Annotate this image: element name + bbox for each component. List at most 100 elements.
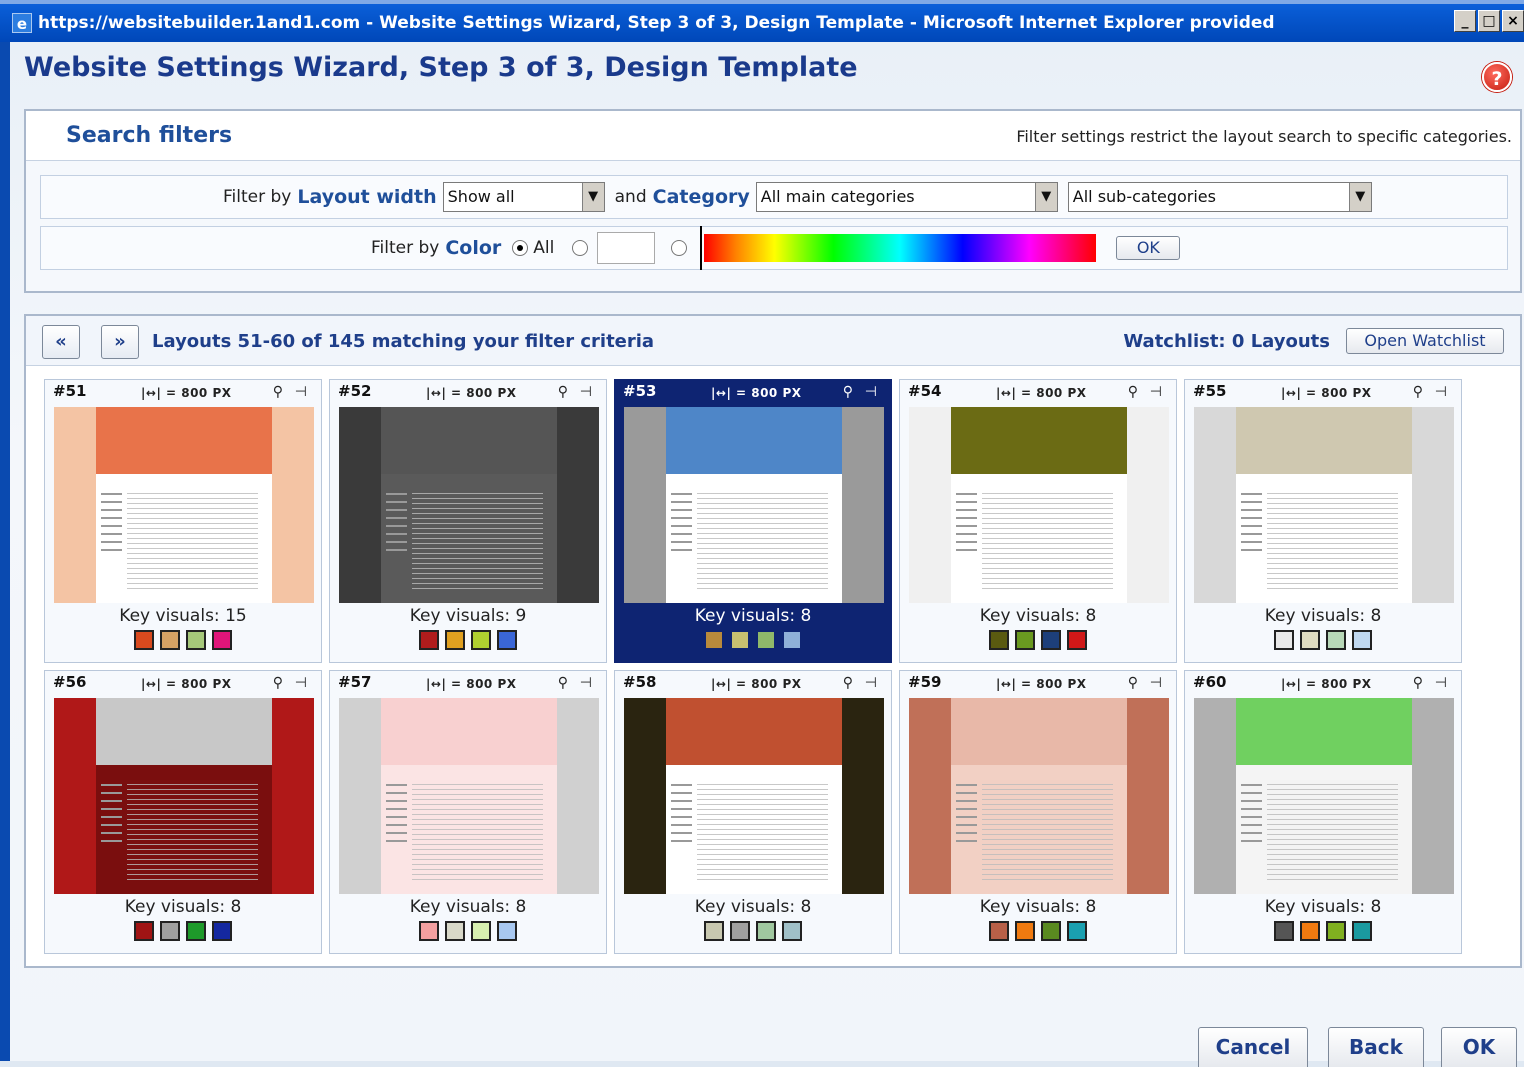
color-spectrum-radio[interactable] bbox=[671, 240, 688, 256]
layout-card[interactable]: #51 |↔| = 800 PX ⚲ ⊣ Key visuals: 15 bbox=[44, 379, 322, 663]
spectrum-marker[interactable] bbox=[700, 226, 708, 270]
color-swatch[interactable] bbox=[212, 630, 232, 650]
pin-to-watchlist-icon[interactable]: ⊣ bbox=[1435, 675, 1447, 691]
layout-thumbnail[interactable] bbox=[909, 407, 1169, 603]
layout-card[interactable]: #57 |↔| = 800 PX ⚲ ⊣ Key visuals: 8 bbox=[329, 670, 607, 954]
next-page-button[interactable]: » bbox=[101, 325, 139, 359]
ok-button[interactable]: OK bbox=[1441, 1027, 1517, 1067]
color-swatch[interactable] bbox=[134, 630, 154, 650]
color-swatch[interactable] bbox=[989, 630, 1009, 650]
color-spectrum-slider[interactable] bbox=[700, 226, 1097, 270]
layout-thumbnail[interactable] bbox=[624, 407, 884, 603]
color-swatch[interactable] bbox=[704, 921, 724, 941]
color-swatch[interactable] bbox=[1300, 921, 1320, 941]
pin-to-watchlist-icon[interactable]: ⊣ bbox=[580, 384, 592, 400]
minimize-button[interactable]: _ bbox=[1454, 10, 1476, 32]
color-swatch[interactable] bbox=[782, 921, 802, 941]
color-swatch[interactable] bbox=[445, 630, 465, 650]
color-swatch[interactable] bbox=[1274, 630, 1294, 650]
layout-card[interactable]: #60 |↔| = 800 PX ⚲ ⊣ Key visuals: 8 bbox=[1184, 670, 1462, 954]
layout-thumbnail[interactable] bbox=[1194, 698, 1454, 894]
color-swatch[interactable] bbox=[1015, 921, 1035, 941]
chevron-down-icon[interactable]: ▼ bbox=[581, 183, 604, 211]
color-swatch[interactable] bbox=[756, 630, 776, 650]
color-value-field[interactable] bbox=[597, 232, 656, 264]
zoom-icon[interactable]: ⚲ bbox=[1128, 384, 1138, 400]
pin-to-watchlist-icon[interactable]: ⊣ bbox=[1150, 384, 1162, 400]
pin-to-watchlist-icon[interactable]: ⊣ bbox=[1150, 675, 1162, 691]
color-swatch[interactable] bbox=[1067, 630, 1087, 650]
layout-thumbnail[interactable] bbox=[54, 407, 314, 603]
color-swatch[interactable] bbox=[1352, 630, 1372, 650]
layout-card[interactable]: #52 |↔| = 800 PX ⚲ ⊣ Key visuals: 9 bbox=[329, 379, 607, 663]
color-custom-radio[interactable] bbox=[572, 240, 589, 256]
layout-width-select[interactable]: Show all ▼ bbox=[442, 182, 605, 212]
color-swatch[interactable] bbox=[445, 921, 465, 941]
chevron-down-icon[interactable]: ▼ bbox=[1034, 183, 1057, 211]
color-swatch[interactable] bbox=[1326, 921, 1346, 941]
color-swatch[interactable] bbox=[730, 921, 750, 941]
back-button[interactable]: Back bbox=[1328, 1027, 1424, 1067]
zoom-icon[interactable]: ⚲ bbox=[843, 384, 853, 400]
zoom-icon[interactable]: ⚲ bbox=[558, 384, 568, 400]
color-swatch[interactable] bbox=[186, 921, 206, 941]
color-swatch[interactable] bbox=[134, 921, 154, 941]
main-category-select[interactable]: All main categories ▼ bbox=[755, 182, 1058, 212]
color-swatch[interactable] bbox=[471, 921, 491, 941]
zoom-icon[interactable]: ⚲ bbox=[843, 675, 853, 691]
pin-to-watchlist-icon[interactable]: ⊣ bbox=[865, 675, 877, 691]
pin-to-watchlist-icon[interactable]: ⊣ bbox=[1435, 384, 1447, 400]
help-icon[interactable]: ? bbox=[1482, 62, 1512, 92]
layout-card[interactable]: #55 |↔| = 800 PX ⚲ ⊣ Key visuals: 8 bbox=[1184, 379, 1462, 663]
color-swatch[interactable] bbox=[1041, 630, 1061, 650]
layout-card[interactable]: #56 |↔| = 800 PX ⚲ ⊣ Key visuals: 8 bbox=[44, 670, 322, 954]
zoom-icon[interactable]: ⚲ bbox=[1413, 675, 1423, 691]
color-ok-button[interactable]: OK bbox=[1116, 236, 1181, 260]
color-swatch[interactable] bbox=[989, 921, 1009, 941]
pin-to-watchlist-icon[interactable]: ⊣ bbox=[865, 384, 877, 400]
layout-thumbnail[interactable] bbox=[54, 698, 314, 894]
layout-thumbnail[interactable] bbox=[909, 698, 1169, 894]
color-swatch[interactable] bbox=[186, 630, 206, 650]
color-swatch[interactable] bbox=[756, 921, 776, 941]
color-swatch[interactable] bbox=[160, 921, 180, 941]
layout-thumbnail[interactable] bbox=[624, 698, 884, 894]
color-swatch[interactable] bbox=[1300, 630, 1320, 650]
color-swatch[interactable] bbox=[212, 921, 232, 941]
color-swatch[interactable] bbox=[1067, 921, 1087, 941]
layout-thumbnail[interactable] bbox=[339, 407, 599, 603]
color-swatch[interactable] bbox=[782, 630, 802, 650]
layout-thumbnail[interactable] bbox=[339, 698, 599, 894]
zoom-icon[interactable]: ⚲ bbox=[1128, 675, 1138, 691]
layout-thumbnail[interactable] bbox=[1194, 407, 1454, 603]
zoom-icon[interactable]: ⚲ bbox=[273, 384, 283, 400]
chevron-down-icon[interactable]: ▼ bbox=[1348, 183, 1371, 211]
color-swatch[interactable] bbox=[1326, 630, 1346, 650]
color-swatch[interactable] bbox=[471, 630, 491, 650]
color-all-radio[interactable] bbox=[512, 240, 529, 256]
color-swatch[interactable] bbox=[1041, 921, 1061, 941]
color-swatch[interactable] bbox=[160, 630, 180, 650]
pin-to-watchlist-icon[interactable]: ⊣ bbox=[580, 675, 592, 691]
sub-category-select[interactable]: All sub-categories ▼ bbox=[1067, 182, 1372, 212]
layout-card[interactable]: #54 |↔| = 800 PX ⚲ ⊣ Key visuals: 8 bbox=[899, 379, 1177, 663]
color-swatch[interactable] bbox=[1352, 921, 1372, 941]
pin-to-watchlist-icon[interactable]: ⊣ bbox=[295, 384, 307, 400]
previous-page-button[interactable]: « bbox=[42, 325, 80, 359]
pin-to-watchlist-icon[interactable]: ⊣ bbox=[295, 675, 307, 691]
color-swatch[interactable] bbox=[419, 630, 439, 650]
color-swatch[interactable] bbox=[704, 630, 724, 650]
zoom-icon[interactable]: ⚲ bbox=[558, 675, 568, 691]
layout-card[interactable]: #59 |↔| = 800 PX ⚲ ⊣ Key visuals: 8 bbox=[899, 670, 1177, 954]
color-swatch[interactable] bbox=[1015, 630, 1035, 650]
maximize-button[interactable]: □ bbox=[1478, 10, 1500, 32]
layout-card[interactable]: #53 |↔| = 800 PX ⚲ ⊣ Key visuals: 8 bbox=[614, 379, 892, 663]
open-watchlist-button[interactable]: Open Watchlist bbox=[1346, 328, 1504, 354]
color-swatch[interactable] bbox=[497, 921, 517, 941]
color-swatch[interactable] bbox=[497, 630, 517, 650]
zoom-icon[interactable]: ⚲ bbox=[1413, 384, 1423, 400]
close-button[interactable]: × bbox=[1502, 10, 1524, 32]
color-swatch[interactable] bbox=[730, 630, 750, 650]
cancel-button[interactable]: Cancel bbox=[1198, 1027, 1308, 1067]
color-swatch[interactable] bbox=[1274, 921, 1294, 941]
